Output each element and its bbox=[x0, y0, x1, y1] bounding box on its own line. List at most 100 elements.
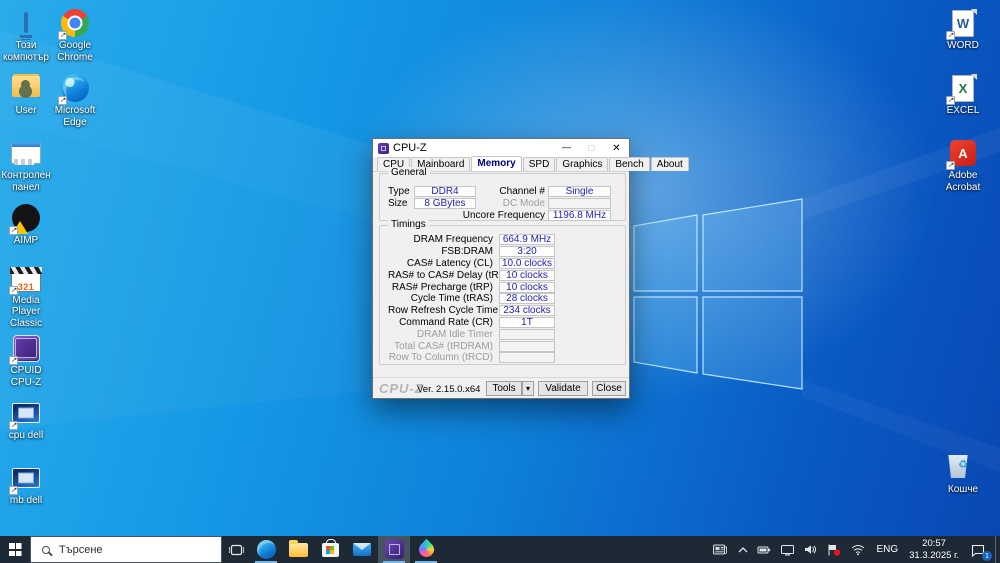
field-value[interactable]: Single bbox=[548, 185, 611, 197]
desktop-icon-label: Кошче bbox=[947, 484, 979, 495]
tab[interactable]: Graphics bbox=[556, 157, 609, 171]
field-value[interactable]: 10 clocks bbox=[499, 281, 555, 293]
desktop-icon-glyph bbox=[9, 267, 43, 295]
taskbar-app-button[interactable] bbox=[346, 536, 378, 563]
notification-badge: 1 bbox=[982, 551, 992, 561]
close-button[interactable] bbox=[604, 139, 629, 157]
field-row: RAS# Precharge (tRP) 10 clocks bbox=[388, 281, 617, 293]
desktop-icon-label: User bbox=[15, 105, 37, 116]
battery-icon[interactable] bbox=[753, 536, 776, 563]
field-value[interactable]: 28 clocks bbox=[499, 293, 555, 305]
desktop-icon-glyph bbox=[946, 451, 980, 483]
close-window-button[interactable]: Close bbox=[592, 381, 626, 396]
desktop-icons-column-right: WORD EXCEL Adobe Acrobat bbox=[934, 4, 992, 199]
minimize-button[interactable] bbox=[554, 139, 579, 157]
tools-button[interactable]: Tools bbox=[486, 381, 522, 396]
news-and-interests-icon[interactable] bbox=[708, 536, 733, 563]
field-value[interactable]: 3:20 bbox=[499, 246, 555, 258]
taskbar-apps bbox=[250, 536, 442, 563]
display-device-icon[interactable] bbox=[776, 536, 799, 563]
desktop-icon[interactable]: Контролен панел bbox=[0, 134, 55, 199]
desktop-icon[interactable]: Microsoft Edge bbox=[46, 69, 104, 134]
field-value[interactable]: 1196.8 MHz bbox=[548, 209, 611, 221]
tab[interactable]: About bbox=[650, 157, 689, 171]
show-desktop-button[interactable] bbox=[995, 536, 1000, 563]
field-value[interactable]: 1T bbox=[499, 316, 555, 328]
validate-button[interactable]: Validate bbox=[538, 381, 588, 396]
app-icon bbox=[384, 540, 404, 559]
start-button[interactable] bbox=[0, 536, 30, 563]
field-value[interactable]: 234 clocks bbox=[499, 305, 555, 317]
shortcut-arrow-icon bbox=[9, 226, 18, 235]
search-placeholder: Търсене bbox=[59, 543, 103, 556]
field-label: Row Refresh Cycle Time (tRFC) bbox=[388, 305, 531, 317]
field-row: DC Mode bbox=[436, 197, 611, 209]
taskbar-app-button[interactable] bbox=[314, 536, 346, 563]
task-view-button[interactable] bbox=[222, 536, 250, 563]
taskbar-app-button[interactable] bbox=[250, 536, 282, 563]
app-icon bbox=[952, 74, 974, 102]
tab[interactable]: SPD bbox=[522, 157, 556, 171]
field-label: DC Mode bbox=[502, 197, 545, 209]
app-icon bbox=[415, 538, 437, 561]
clock[interactable]: 20:57 31.3.2025 г. bbox=[904, 538, 964, 562]
desktop-icon-label: mb dell bbox=[9, 495, 43, 506]
field-row: Row To Column (tRCD) bbox=[388, 352, 617, 364]
window-panes bbox=[633, 198, 803, 390]
desktop-icon-glyph bbox=[9, 462, 43, 495]
desktop-icon-label: cpu dell bbox=[8, 430, 44, 441]
shortcut-arrow-icon bbox=[9, 486, 18, 495]
field-label: Uncore Frequency bbox=[462, 209, 545, 221]
tab[interactable]: Memory bbox=[471, 156, 522, 171]
desktop-icon[interactable]: Media Player Classic bbox=[0, 264, 55, 329]
cpuz-window: CPU-Z CPUMainboardMemorySPDGraphicsBench… bbox=[372, 138, 689, 399]
field-value[interactable]: 10.0 clocks bbox=[499, 257, 555, 269]
titlebar[interactable]: CPU-Z bbox=[373, 139, 629, 157]
field-row: Cycle Time (tRAS) 28 clocks bbox=[388, 293, 617, 305]
app-icon bbox=[321, 538, 339, 557]
desktop-icon[interactable]: CPUID CPU-Z bbox=[0, 329, 55, 394]
field-row: DRAM Frequency 664.9 MHz bbox=[388, 234, 617, 246]
window-title: CPU-Z bbox=[393, 142, 427, 154]
field-row: FSB:DRAM 3:20 bbox=[388, 246, 617, 258]
desktop-icon[interactable]: EXCEL bbox=[934, 69, 992, 134]
desktop-icon-glyph bbox=[9, 72, 43, 104]
timings-groupbox: Timings DRAM Frequency 664.9 MHz FSB:DRA… bbox=[379, 219, 626, 365]
task-view-icon bbox=[228, 544, 244, 555]
taskbar-app-button[interactable] bbox=[410, 536, 442, 563]
desktop-icon-glyph bbox=[946, 72, 980, 105]
language-indicator[interactable]: ENG bbox=[870, 544, 904, 555]
app-icon bbox=[12, 403, 40, 423]
field-value[interactable]: 664.9 MHz bbox=[499, 234, 555, 246]
shortcut-arrow-icon bbox=[946, 161, 955, 170]
desktop-icon-glyph bbox=[946, 137, 980, 170]
desktop-icon[interactable]: cpu dell bbox=[0, 394, 55, 459]
field-row: DRAM Idle Timer bbox=[388, 328, 617, 340]
desktop-icon-glyph bbox=[58, 7, 92, 40]
desktop-icon[interactable]: WORD bbox=[934, 4, 992, 69]
taskbar-app-button[interactable] bbox=[282, 536, 314, 563]
taskbar-app-button[interactable] bbox=[378, 536, 410, 563]
search-input[interactable]: Търсене bbox=[30, 536, 222, 563]
field-label: Channel # bbox=[499, 185, 545, 197]
network-wifi-icon[interactable] bbox=[846, 536, 870, 563]
system-tray: ENG 20:57 31.3.2025 г. 1 bbox=[708, 536, 1000, 563]
desktop-icon[interactable]: AIMP bbox=[0, 199, 55, 264]
general-groupbox: General Type DDR4 Size 8 GBytes Channel … bbox=[379, 167, 626, 221]
shortcut-arrow-icon bbox=[946, 31, 955, 40]
tools-dropdown-arrow[interactable] bbox=[522, 381, 534, 396]
action-center-button[interactable]: 1 bbox=[964, 536, 995, 563]
volume-icon[interactable] bbox=[799, 536, 822, 563]
field-value[interactable]: 10 clocks bbox=[499, 269, 555, 281]
desktop-icon[interactable]: mb dell bbox=[0, 459, 55, 524]
desktop-icon[interactable]: Google Chrome bbox=[46, 4, 104, 69]
desktop-icon[interactable]: Adobe Acrobat bbox=[934, 134, 992, 199]
hidden-icons-chevron[interactable] bbox=[733, 536, 753, 563]
field-value bbox=[499, 328, 555, 340]
field-row: Total CAS# (tRDRAM) bbox=[388, 340, 617, 352]
desktop-icon-recycle-bin[interactable]: Кошче bbox=[934, 448, 992, 513]
tab[interactable]: Bench bbox=[609, 157, 650, 171]
desktop-icon-glyph bbox=[9, 7, 43, 39]
desktop-icon-glyph bbox=[9, 332, 43, 365]
security-alert-icon[interactable] bbox=[822, 536, 846, 563]
